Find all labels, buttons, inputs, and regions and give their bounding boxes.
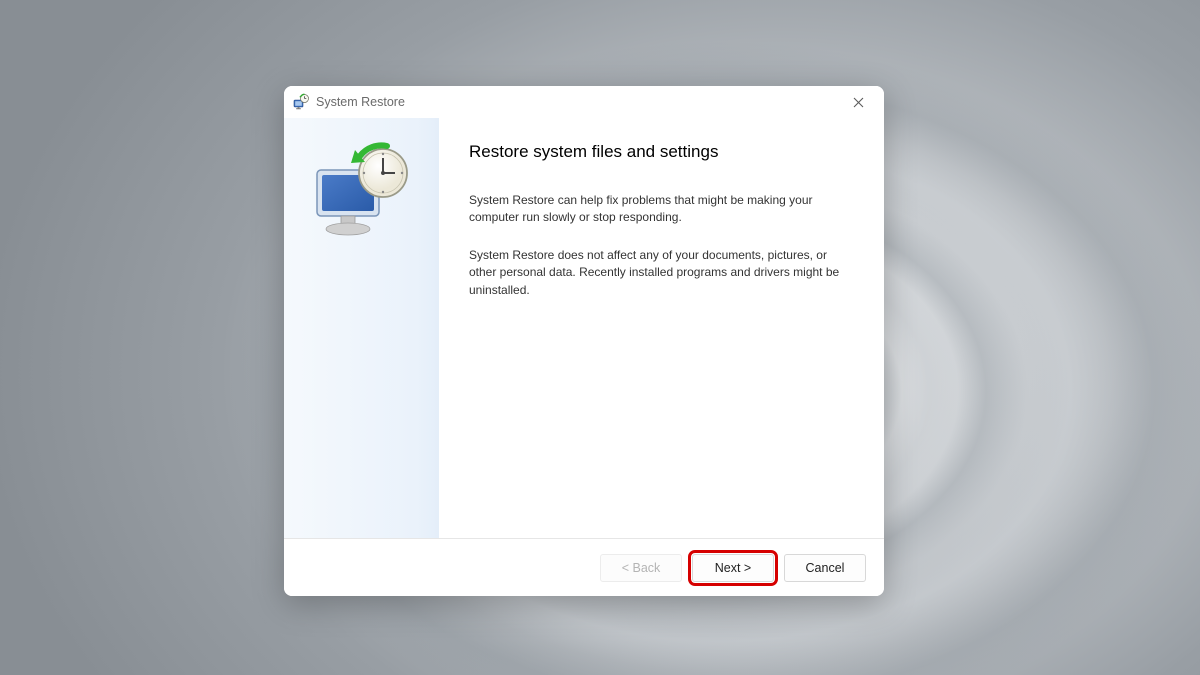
next-button[interactable]: Next > [692,554,774,582]
cancel-button[interactable]: Cancel [784,554,866,582]
dialog-paragraph-2: System Restore does not affect any of yo… [469,247,854,299]
system-restore-dialog: System Restore [284,86,884,596]
dialog-heading: Restore system files and settings [469,142,854,162]
dialog-paragraph-1: System Restore can help fix problems tha… [469,192,854,227]
dialog-sidebar [284,118,439,538]
close-button[interactable] [840,88,876,116]
dialog-button-bar: < Back Next > Cancel [284,538,884,596]
system-restore-icon [292,93,310,111]
dialog-content: Restore system files and settings System… [439,118,884,538]
window-title: System Restore [316,95,840,109]
back-button: < Back [600,554,682,582]
titlebar: System Restore [284,86,884,118]
dialog-body: Restore system files and settings System… [284,118,884,538]
system-restore-graphic-icon [307,138,417,238]
